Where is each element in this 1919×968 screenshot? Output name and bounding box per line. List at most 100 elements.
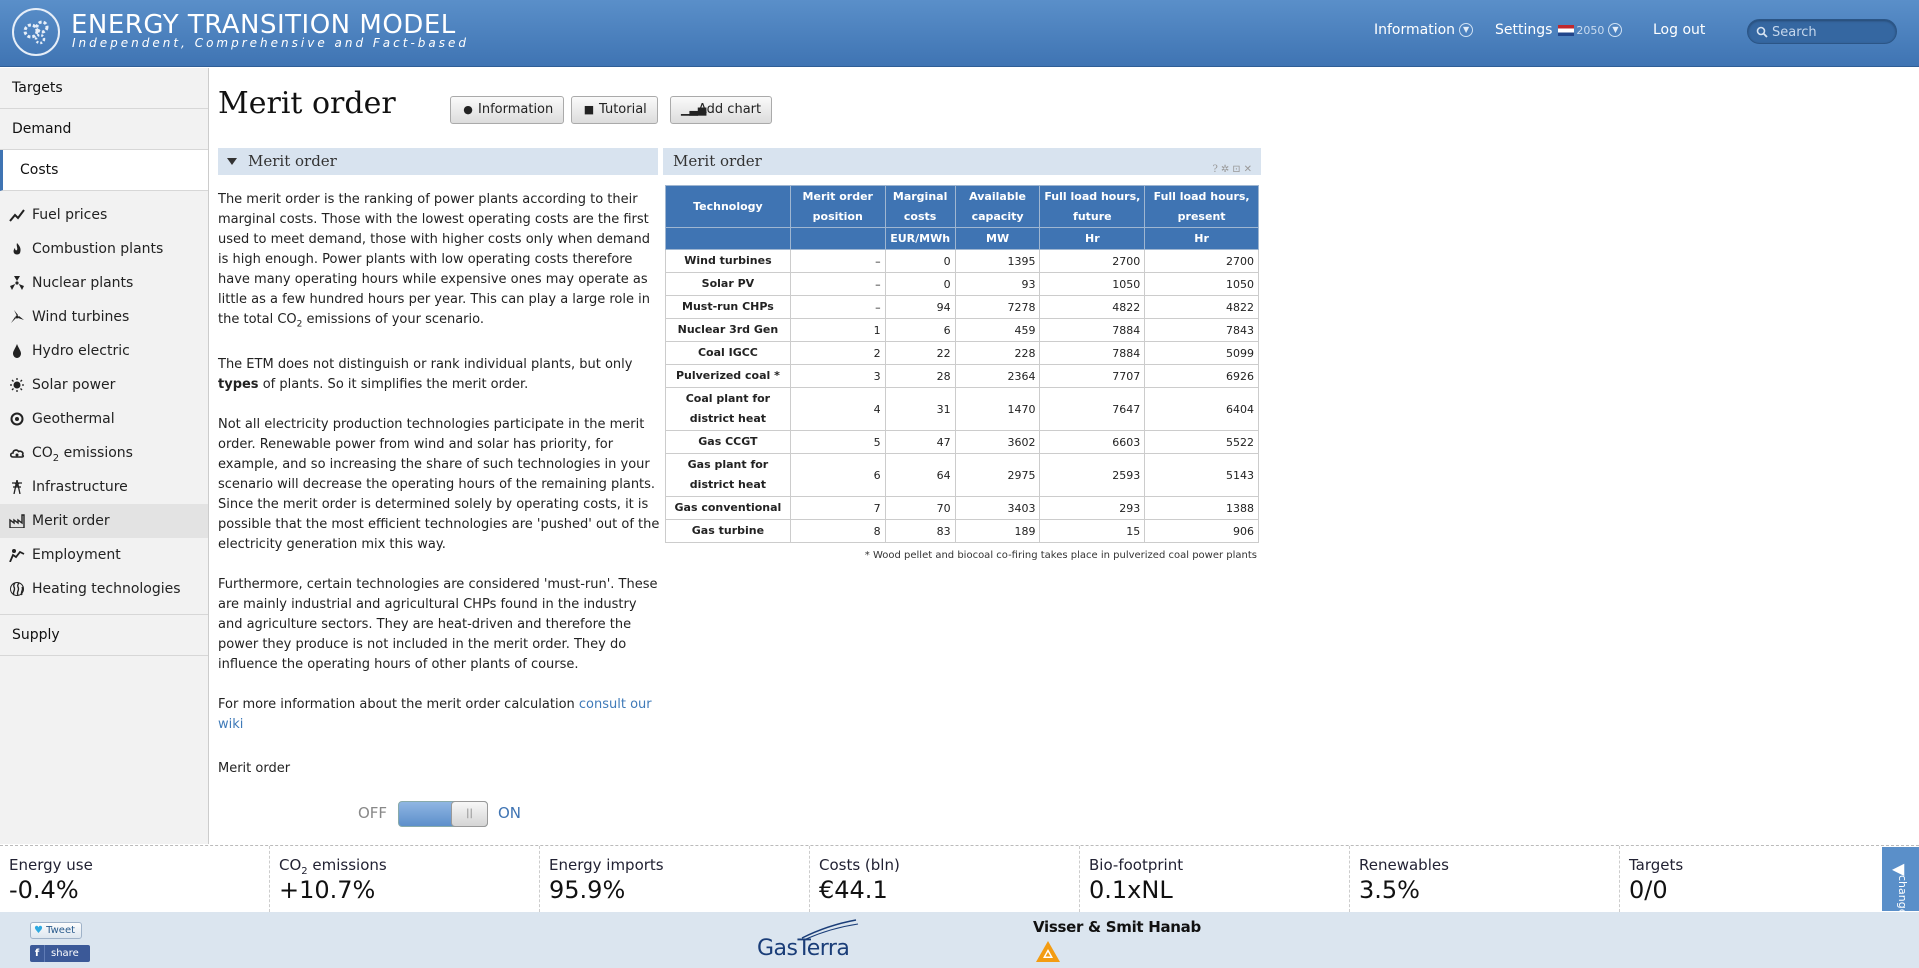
value-cell: 6404 — [1144, 387, 1259, 431]
value-cell: 93 — [954, 272, 1041, 296]
radiation-icon — [10, 276, 24, 290]
technology-cell: Wind turbines — [665, 249, 791, 273]
unit-header: EUR/MWh — [884, 227, 956, 250]
value-cell: 1388 — [1144, 496, 1259, 520]
nav-logout[interactable]: Log out — [1653, 22, 1705, 38]
value-cell: 2700 — [1144, 249, 1259, 273]
lock-icon[interactable]: ⊡ — [1232, 164, 1243, 175]
sidebar-item-supply[interactable]: Supply — [0, 615, 208, 656]
sidebar-item-heating-technologies[interactable]: Heating technologies — [0, 572, 208, 606]
change-dashboard-button[interactable]: ◀ change — [1882, 847, 1919, 915]
visser-smit-hanab-logo[interactable]: Visser & Smit Hanab — [1033, 918, 1201, 936]
value-cell: 1395 — [954, 249, 1041, 273]
toggle-on-label[interactable]: ON — [498, 804, 521, 822]
sidebar-item-nuclear-plants[interactable]: Nuclear plants — [0, 266, 208, 300]
value-cell: 4822 — [1144, 295, 1259, 319]
dashboard-renewables[interactable]: Renewables 3.5% — [1350, 846, 1620, 912]
info-icon: ● — [463, 103, 473, 116]
value-cell: 5522 — [1144, 430, 1259, 454]
technology-cell: Gas plant for district heat — [665, 453, 791, 497]
value-cell: 83 — [884, 519, 956, 543]
etm-logo-icon[interactable] — [12, 8, 60, 56]
tutorial-button[interactable]: ■ Tutorial — [571, 96, 658, 124]
sidebar-item-geothermal[interactable]: Geothermal — [0, 402, 208, 436]
help-icon[interactable]: ? — [1212, 164, 1220, 175]
wind-turbine-icon — [11, 310, 24, 323]
sidebar-item-label: Geothermal — [32, 411, 115, 427]
value-cell: 1050 — [1039, 272, 1146, 296]
value-cell: 6 — [884, 318, 956, 342]
sidebar-item-fuel-prices[interactable]: Fuel prices — [0, 198, 208, 232]
value-cell: 293 — [1039, 496, 1146, 520]
value-cell: 64 — [884, 453, 956, 497]
dashboard-label: CO2 emissions — [279, 856, 387, 877]
value-cell: 8 — [789, 519, 886, 543]
dashboard-value: -0.4% — [9, 876, 79, 904]
page-title: Merit order — [218, 86, 396, 121]
sidebar-item-costs[interactable]: Costs — [0, 150, 208, 191]
table-row: Gas CCGT 5 47 3602 6603 5522 — [665, 430, 1259, 454]
sidebar-item-wind-turbines[interactable]: Wind turbines — [0, 300, 208, 334]
sidebar-item-merit-order[interactable]: Merit order — [0, 504, 208, 538]
dashboard-label: Bio-footprint — [1089, 856, 1184, 874]
search-icon — [1756, 26, 1768, 38]
water-drop-icon — [13, 344, 21, 358]
dashboard-bio-footprint[interactable]: Bio-footprint 0.1xNL — [1080, 846, 1350, 912]
sidebar-item-targets[interactable]: Targets — [0, 68, 208, 109]
column-header: Marginal costs — [884, 185, 956, 228]
value-cell: 2593 — [1039, 453, 1146, 497]
technology-cell: Coal IGCC — [665, 341, 791, 365]
sidebar-item-demand[interactable]: Demand — [0, 109, 208, 150]
sidebar-item-hydro-electric[interactable]: Hydro electric — [0, 334, 208, 368]
value-cell: 7843 — [1144, 318, 1259, 342]
merit-order-toggle[interactable]: || — [398, 801, 488, 827]
dashboard-costs[interactable]: Costs (bln) €44.1 — [810, 846, 1080, 912]
twitter-bird-icon: ♥ — [34, 925, 43, 936]
dashboard-energy-use[interactable]: Energy use -0.4% — [0, 846, 270, 912]
description-paragraph: The ETM does not distinguish or rank ind… — [218, 356, 633, 392]
dashboard-co2-emissions[interactable]: CO2 emissions +10.7% — [270, 846, 540, 912]
dashboard-label: Targets — [1629, 856, 1684, 874]
settings-icon[interactable]: ✲ — [1221, 164, 1232, 175]
nav-settings-label: Settings — [1495, 22, 1553, 38]
value-cell: 7278 — [954, 295, 1041, 319]
value-cell: 6926 — [1144, 364, 1259, 388]
technology-cell: Nuclear 3rd Gen — [665, 318, 791, 342]
value-cell: 7707 — [1039, 364, 1146, 388]
merit-order-toggle-label: Merit order — [218, 761, 291, 776]
unit-header: Hr — [1144, 227, 1259, 250]
dashboard-value: +10.7% — [279, 876, 376, 904]
dashboard-label: Costs (bln) — [819, 856, 900, 874]
sidebar-item-solar-power[interactable]: Solar power — [0, 368, 208, 402]
expand-icon[interactable]: ✕ — [1244, 164, 1255, 175]
dashboard-energy-imports[interactable]: Energy imports 95.9% — [540, 846, 810, 912]
pylon-icon — [12, 480, 22, 494]
search-input[interactable] — [1772, 23, 1890, 41]
dashboard-targets[interactable]: Targets 0/0 — [1620, 846, 1882, 912]
sidebar-item-combustion-plants[interactable]: Combustion plants — [0, 232, 208, 266]
table-row: Pulverized coal * 3 28 2364 7707 6926 — [665, 364, 1259, 388]
column-header: Technology — [665, 185, 791, 228]
value-cell: 0 — [884, 249, 956, 273]
sidebar-item-co2-emissions[interactable]: CO2 emissions — [0, 436, 208, 470]
search-box[interactable] — [1747, 19, 1897, 44]
information-button[interactable]: ● Information — [450, 96, 565, 124]
sidebar-item-employment[interactable]: Employment — [0, 538, 208, 572]
tweet-button[interactable]: ♥ Tweet — [30, 922, 83, 939]
add-chart-button[interactable]: ▁▃▅Add chart — [670, 96, 773, 124]
nav-settings[interactable]: Settings 2050 ▼ — [1495, 22, 1623, 38]
sidebar-item-infrastructure[interactable]: Infrastructure — [0, 470, 208, 504]
facebook-share-button[interactable]: f share — [30, 945, 90, 962]
gasterra-logo[interactable]: GasTerra — [757, 936, 850, 961]
toggle-knob[interactable]: || — [451, 801, 488, 827]
description-panel-header[interactable]: Merit order — [218, 148, 658, 175]
description-panel-title: Merit order — [248, 152, 337, 170]
unit-header — [665, 227, 791, 250]
collapse-triangle-icon[interactable] — [227, 158, 237, 165]
sidebar-item-label: Fuel prices — [32, 207, 108, 223]
table-row: Nuclear 3rd Gen 1 6 459 7884 7843 — [665, 318, 1259, 342]
nav-information[interactable]: Information ▼ — [1374, 22, 1474, 38]
toggle-off-label[interactable]: OFF — [358, 804, 387, 822]
top-header: ENERGY TRANSITION MODEL Independent, Com… — [0, 0, 1919, 67]
information-button-label: Information — [478, 102, 554, 117]
